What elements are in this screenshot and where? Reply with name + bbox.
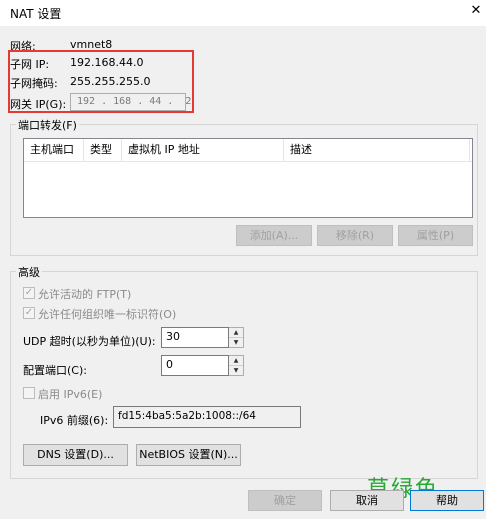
allow-ftp-label: 允许活动的 FTP(T) <box>38 288 132 301</box>
advanced-title: 高级 <box>16 264 42 280</box>
cancel-button[interactable]: 取消 <box>330 490 404 511</box>
dns-settings-button[interactable]: DNS 设置(D)... <box>23 444 128 466</box>
ipv6-prefix-label: IPv6 前缀(6): <box>40 414 109 427</box>
ok-button[interactable]: 确定 <box>248 490 322 511</box>
properties-port-button[interactable]: 属性(P) <box>398 225 473 246</box>
allow-ftp-checkbox[interactable]: ✓ <box>23 287 35 299</box>
subnet-mask-value: 255.255.255.0 <box>70 75 151 88</box>
udp-timeout-spinner[interactable]: ▲ ▼ <box>229 327 244 348</box>
chevron-down-icon[interactable]: ▼ <box>229 338 243 348</box>
gateway-label: 网关 IP(G): <box>10 98 67 111</box>
column-description[interactable]: 描述 <box>284 139 470 161</box>
column-vm-ip[interactable]: 虚拟机 IP 地址 <box>122 139 284 161</box>
gateway-ip-input[interactable]: 192 . 168 . 44 . 2 <box>70 93 191 111</box>
port-forwarding-table[interactable]: 主机端口 类型 虚拟机 IP 地址 描述 <box>23 138 473 218</box>
column-host-port[interactable]: 主机端口 <box>24 139 84 161</box>
table-header: 主机端口 类型 虚拟机 IP 地址 描述 <box>24 139 472 162</box>
help-button[interactable]: 帮助 <box>410 490 484 511</box>
ipv6-prefix-input[interactable]: fd15:4ba5:5a2b:1008::/64 <box>113 406 301 428</box>
add-port-button[interactable]: 添加(A)... <box>236 225 312 246</box>
close-icon[interactable]: ✕ <box>468 2 484 20</box>
column-type[interactable]: 类型 <box>84 139 122 161</box>
enable-ipv6-checkbox[interactable] <box>23 387 35 399</box>
allow-oui-label: 允许任何组织唯一标识符(O) <box>38 308 177 321</box>
subnet-ip-label: 子网 IP: <box>10 58 50 71</box>
port-forwarding-title: 端口转发(F) <box>16 117 79 133</box>
remove-port-button[interactable]: 移除(R) <box>317 225 393 246</box>
config-port-spinner[interactable]: ▲ ▼ <box>229 355 244 376</box>
window-title: NAT 设置 <box>10 7 62 21</box>
netbios-settings-button[interactable]: NetBIOS 设置(N)... <box>136 444 241 466</box>
udp-timeout-input[interactable]: 30 <box>161 327 229 348</box>
chevron-up-icon[interactable]: ▲ <box>229 328 243 338</box>
chevron-up-icon[interactable]: ▲ <box>229 356 243 366</box>
subnet-mask-label: 子网掩码: <box>10 77 58 90</box>
chevron-down-icon[interactable]: ▼ <box>229 366 243 376</box>
udp-timeout-label: UDP 超时(以秒为单位)(U): <box>23 335 156 348</box>
allow-oui-checkbox[interactable]: ✓ <box>23 307 35 319</box>
config-port-input[interactable]: 0 <box>161 355 229 376</box>
enable-ipv6-label: 启用 IPv6(E) <box>38 388 103 401</box>
title-bar <box>0 0 486 26</box>
config-port-label: 配置端口(C): <box>23 364 87 377</box>
subnet-ip-value: 192.168.44.0 <box>70 56 144 69</box>
